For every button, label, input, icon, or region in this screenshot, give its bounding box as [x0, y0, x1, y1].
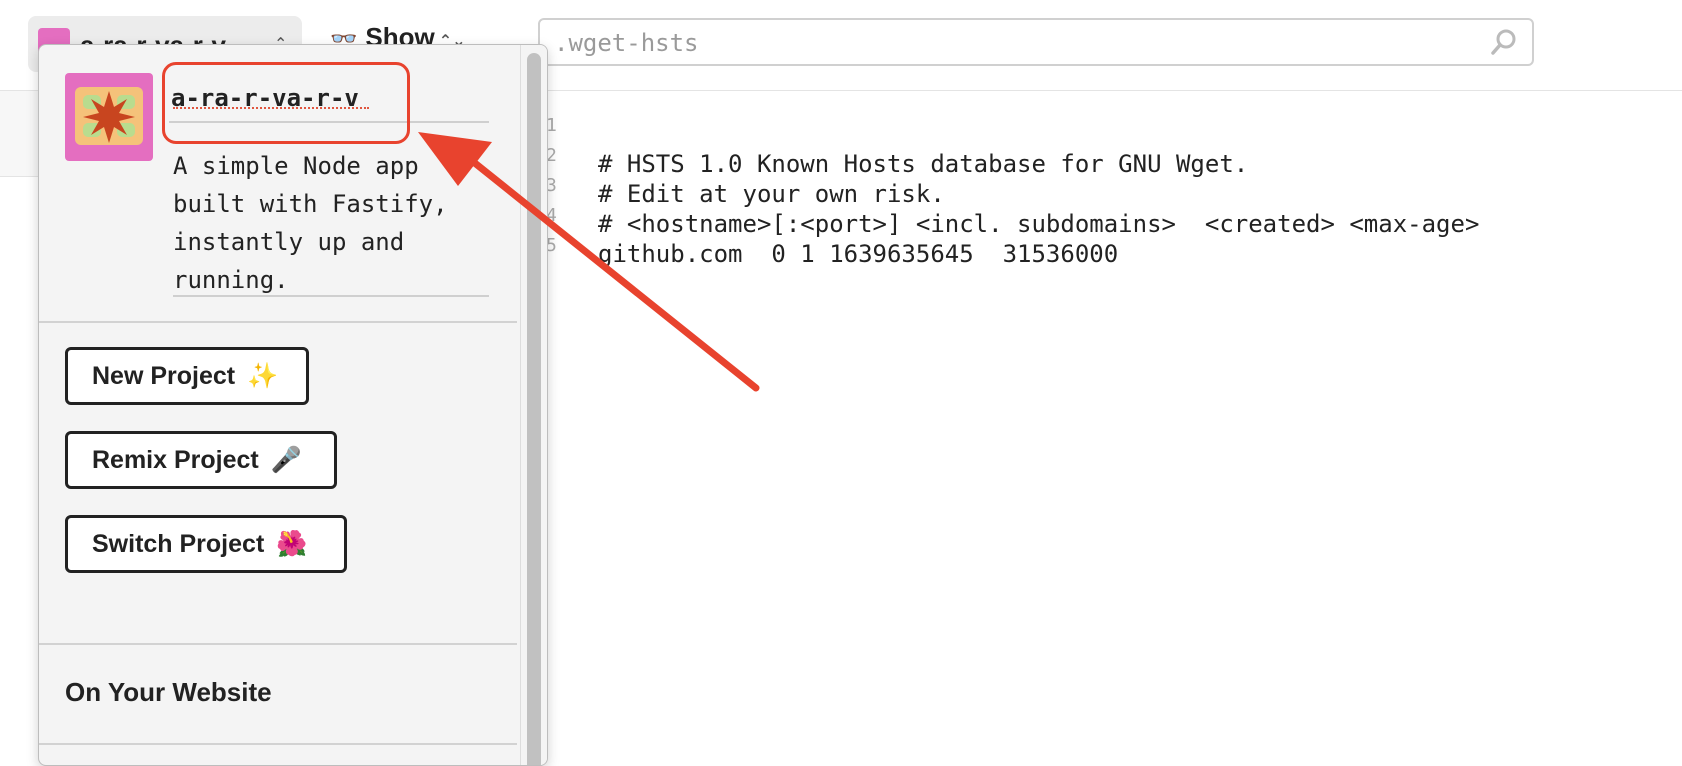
divider [39, 643, 517, 645]
code-editor[interactable]: 1 # HSTS 1.0 Known Hosts database for GN… [546, 112, 1676, 312]
switch-project-label: Switch Project [92, 529, 265, 558]
switch-project-button[interactable]: Switch Project 🌺 [65, 515, 347, 573]
sidebar-edge [0, 91, 40, 177]
remix-project-button[interactable]: Remix Project 🎤 [65, 431, 337, 489]
file-search [538, 18, 1534, 66]
popover-scrollbar[interactable] [520, 45, 547, 765]
project-description-input[interactable]: A simple Node app built with Fastify, in… [173, 147, 489, 297]
hibiscus-icon: 🌺 [276, 529, 308, 558]
line-text: # <hostname>[:<port>] <incl. subdomains>… [598, 210, 1480, 238]
divider [39, 743, 517, 745]
project-avatar-icon [65, 73, 153, 161]
sparkles-icon: ✨ [247, 361, 279, 390]
scrollbar-thumb[interactable] [527, 53, 541, 765]
new-project-button[interactable]: New Project ✨ [65, 347, 309, 405]
line-text: # HSTS 1.0 Known Hosts database for GNU … [598, 150, 1249, 178]
line-number: 4 [546, 205, 557, 226]
line-number: 1 [546, 115, 557, 136]
project-popover: A simple Node app built with Fastify, in… [38, 44, 548, 766]
line-number: 2 [546, 145, 557, 166]
annotation-highlight-box [162, 62, 410, 144]
remix-project-label: Remix Project [92, 445, 259, 474]
microphone-icon: 🎤 [270, 445, 302, 474]
new-project-label: New Project [92, 361, 236, 390]
file-search-input[interactable] [552, 26, 1496, 60]
editor-line: 3 # <hostname>[:<port>] <incl. subdomain… [546, 172, 1479, 238]
line-text: # Edit at your own risk. [598, 180, 945, 208]
editor-line: 2 # Edit at your own risk. [546, 142, 945, 208]
editor-line: 4 github.com 0 1 1639635645 31536000 [546, 202, 1118, 268]
section-heading: On Your Website [65, 677, 272, 707]
divider [39, 321, 517, 323]
line-number: 3 [546, 175, 557, 196]
line-text: github.com 0 1 1639635645 31536000 [598, 240, 1119, 268]
editor-line: 5 [546, 232, 585, 264]
search-icon[interactable] [1490, 28, 1518, 56]
popover-content: A simple Node app built with Fastify, in… [39, 45, 517, 765]
editor-line: 1 # HSTS 1.0 Known Hosts database for GN… [546, 112, 1248, 178]
line-number: 5 [546, 235, 557, 256]
